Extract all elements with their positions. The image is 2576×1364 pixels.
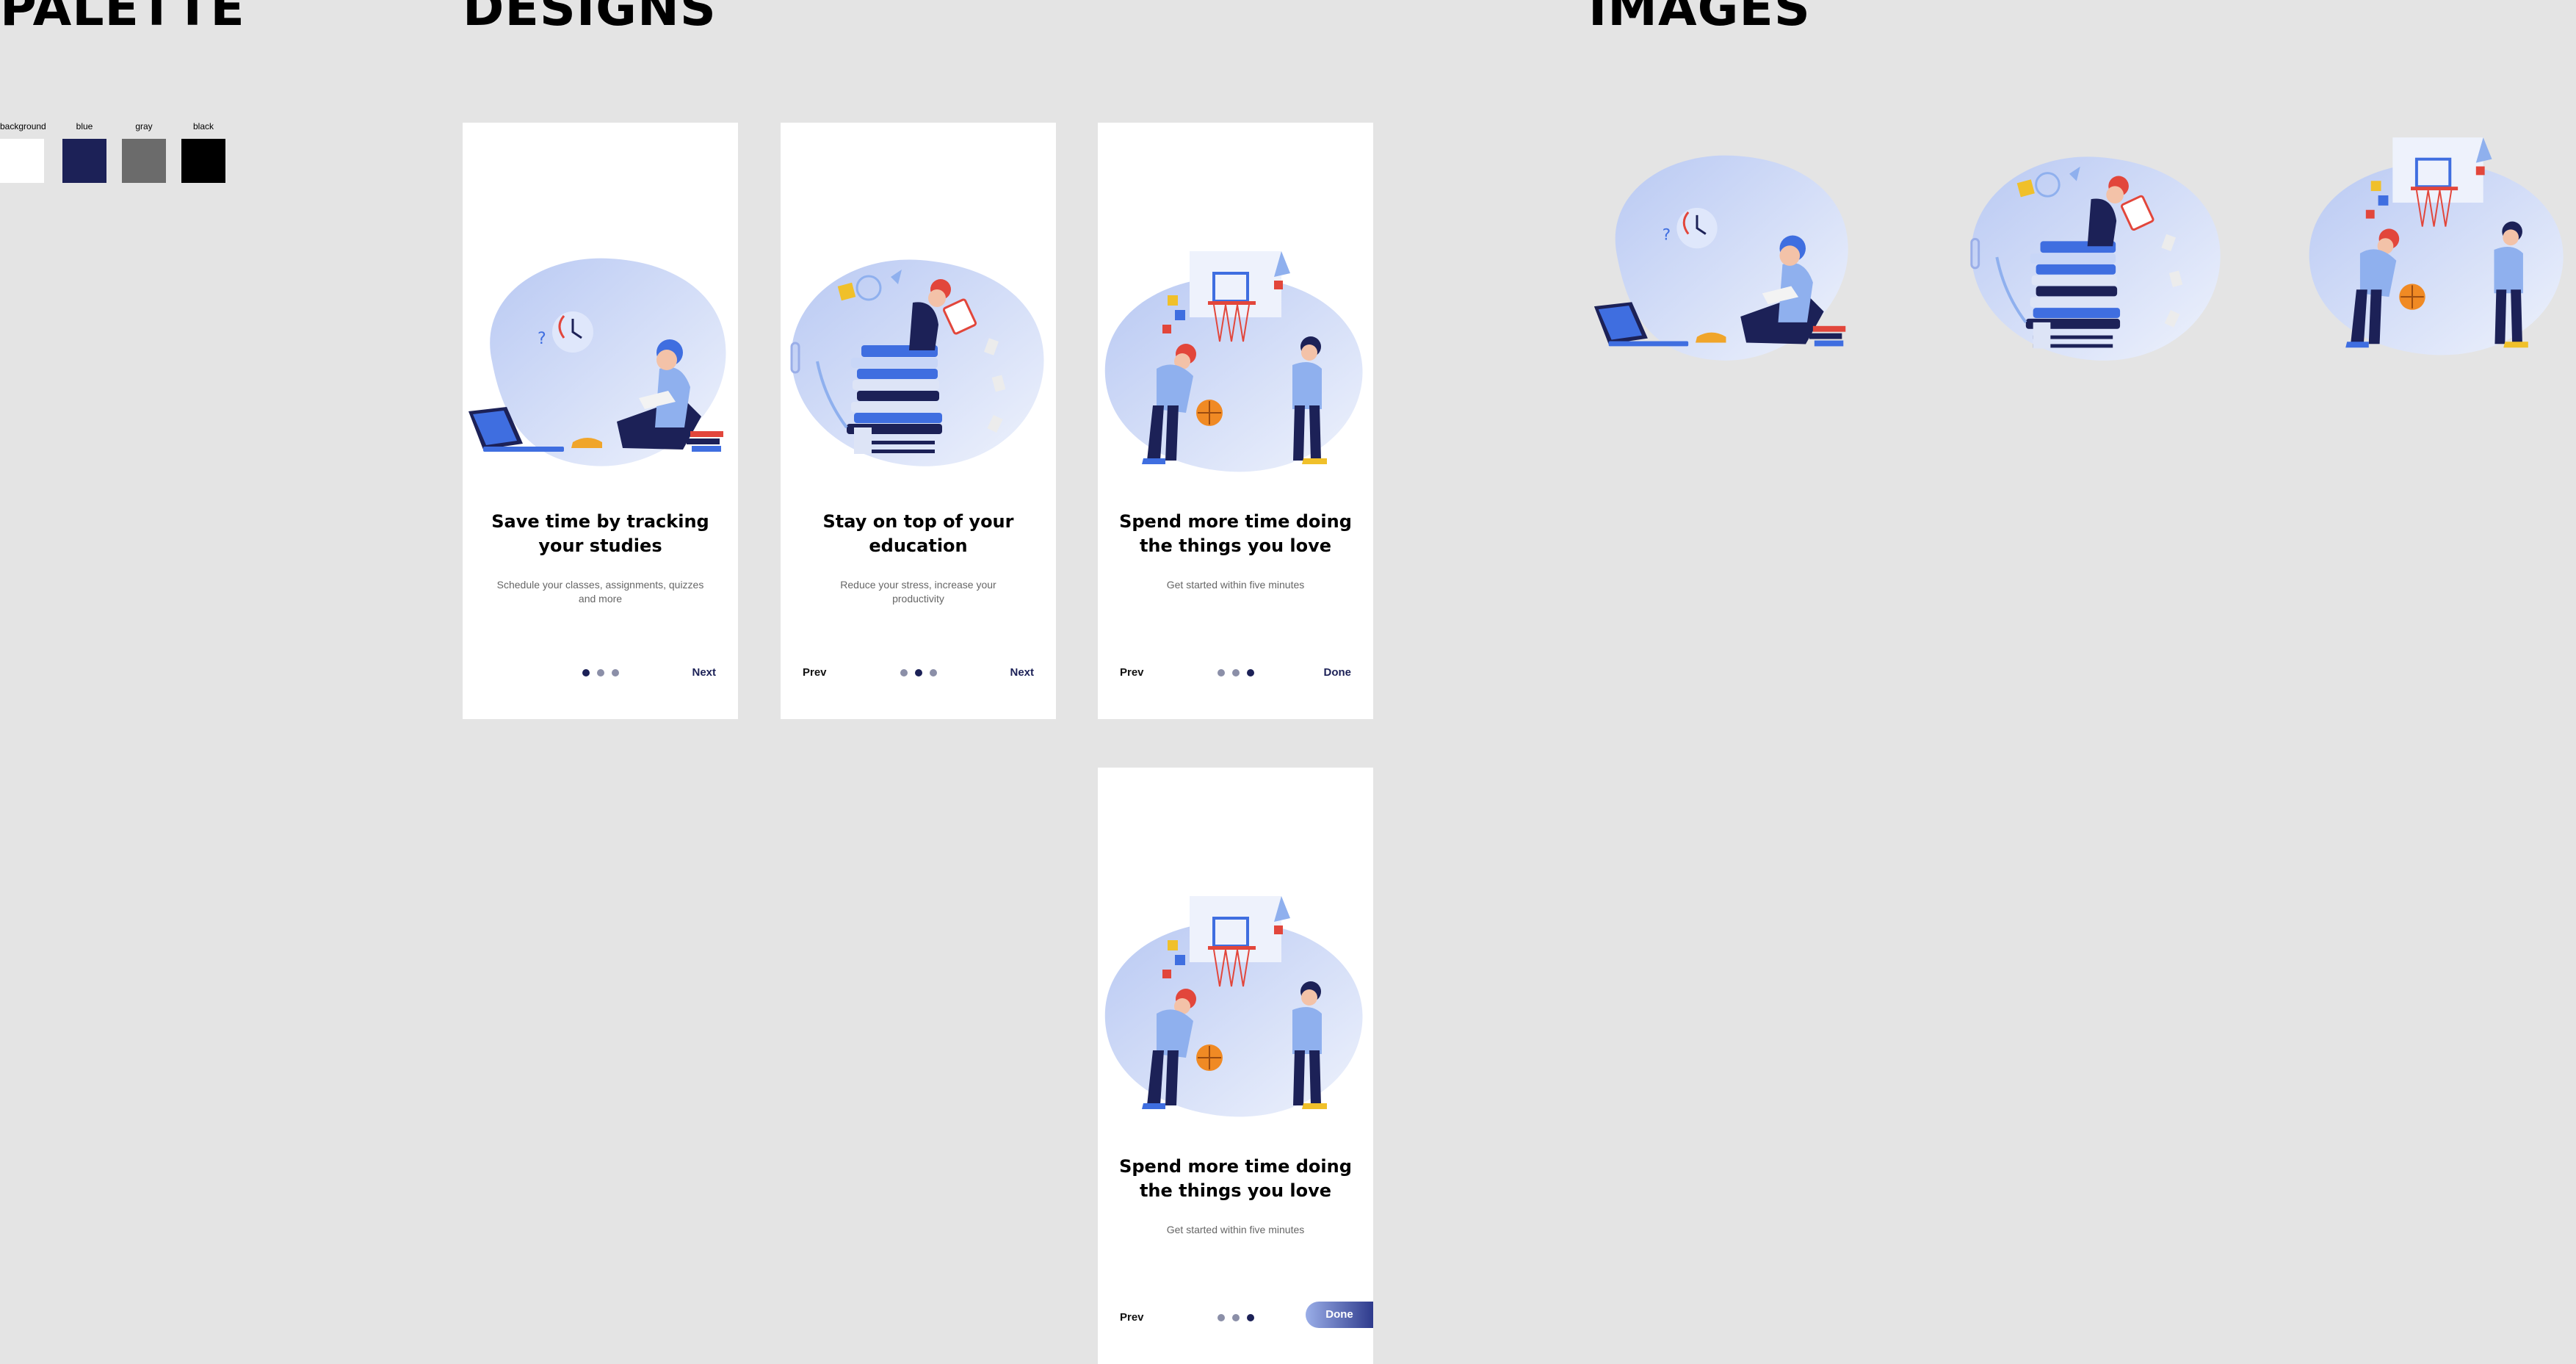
onboarding-card-1[interactable]: Save time by tracking your studies Sched… bbox=[463, 123, 738, 719]
swatch-label-gray: gray bbox=[135, 121, 153, 131]
card-subtitle-line: productivity bbox=[892, 593, 944, 605]
card-title-line: your studies bbox=[538, 535, 662, 556]
card-subtitle: Schedule your classes, assignments, quiz… bbox=[492, 578, 709, 606]
images-section-title: IMAGES bbox=[1588, 0, 1811, 37]
basketball-illustration bbox=[1098, 251, 1373, 479]
card-title: Save time by tracking your studies bbox=[463, 510, 738, 558]
page-dot[interactable] bbox=[900, 669, 908, 676]
page-dot-active[interactable] bbox=[914, 669, 922, 676]
next-button[interactable]: Next bbox=[692, 666, 716, 679]
swatch-label-black: black bbox=[192, 121, 214, 131]
page-dot[interactable] bbox=[611, 669, 619, 676]
card-title: Stay on top of your education bbox=[781, 510, 1056, 558]
card-subtitle: Get started within five minutes bbox=[1127, 1223, 1344, 1237]
card-title-line: Save time by tracking bbox=[491, 511, 709, 532]
card-title-line: Spend more time doing bbox=[1119, 1156, 1352, 1177]
card-title-line: Spend more time doing bbox=[1119, 511, 1352, 532]
study-laptop-illustration bbox=[1588, 143, 1860, 378]
swatch-blue[interactable] bbox=[62, 139, 106, 183]
page-dot[interactable] bbox=[1217, 1314, 1225, 1321]
onboarding-card-4[interactable]: Spend more time doing the things you lov… bbox=[1098, 768, 1373, 1364]
next-button[interactable]: Next bbox=[1010, 666, 1034, 679]
card-title-line: the things you love bbox=[1139, 1180, 1332, 1201]
card-subtitle-line: Reduce your stress, increase your bbox=[840, 579, 996, 591]
swatch-black[interactable] bbox=[181, 139, 225, 183]
card-subtitle: Get started within five minutes bbox=[1127, 578, 1344, 592]
swatch-gray[interactable] bbox=[122, 139, 166, 183]
basketball-illustration bbox=[2302, 132, 2574, 367]
done-pill-button[interactable]: Done bbox=[1306, 1302, 1373, 1328]
card-subtitle-line: Schedule your classes, assignments, quiz… bbox=[496, 579, 704, 591]
onboarding-card-2[interactable]: Stay on top of your education Reduce you… bbox=[781, 123, 1056, 719]
card-subtitle-line: and more bbox=[578, 593, 623, 605]
card-title: Spend more time doing the things you lov… bbox=[1098, 1155, 1373, 1203]
page-dot-active[interactable] bbox=[582, 669, 590, 676]
card-title-line: the things you love bbox=[1139, 535, 1332, 556]
page-dot-active[interactable] bbox=[1246, 1314, 1254, 1321]
designs-section-title: DESIGNS bbox=[463, 0, 717, 37]
page-dot[interactable] bbox=[1231, 1314, 1240, 1321]
card-subtitle-line: Get started within five minutes bbox=[1166, 1224, 1305, 1235]
basketball-illustration bbox=[1098, 896, 1373, 1124]
books-stack-illustration bbox=[1961, 143, 2232, 378]
study-laptop-illustration bbox=[463, 251, 738, 479]
card-subtitle-line: Get started within five minutes bbox=[1166, 579, 1305, 591]
swatch-label-background: background bbox=[0, 121, 46, 131]
swatch-background[interactable] bbox=[0, 139, 44, 183]
page-dot[interactable] bbox=[929, 669, 937, 676]
card-subtitle: Reduce your stress, increase your produc… bbox=[810, 578, 1027, 606]
swatch-label-blue: blue bbox=[76, 121, 93, 131]
card-title-line: Stay on top of your bbox=[822, 511, 1014, 532]
books-stack-illustration bbox=[781, 251, 1056, 479]
page-dot[interactable] bbox=[1231, 669, 1240, 676]
page-dot-active[interactable] bbox=[1246, 669, 1254, 676]
card-title: Spend more time doing the things you lov… bbox=[1098, 510, 1373, 558]
page-dot[interactable] bbox=[596, 669, 604, 676]
palette-section-title: PALETTE bbox=[0, 0, 245, 37]
done-button[interactable]: Done bbox=[1324, 666, 1352, 679]
onboarding-card-3[interactable]: Spend more time doing the things you lov… bbox=[1098, 123, 1373, 719]
card-title-line: education bbox=[869, 535, 968, 556]
page-dot[interactable] bbox=[1217, 669, 1225, 676]
